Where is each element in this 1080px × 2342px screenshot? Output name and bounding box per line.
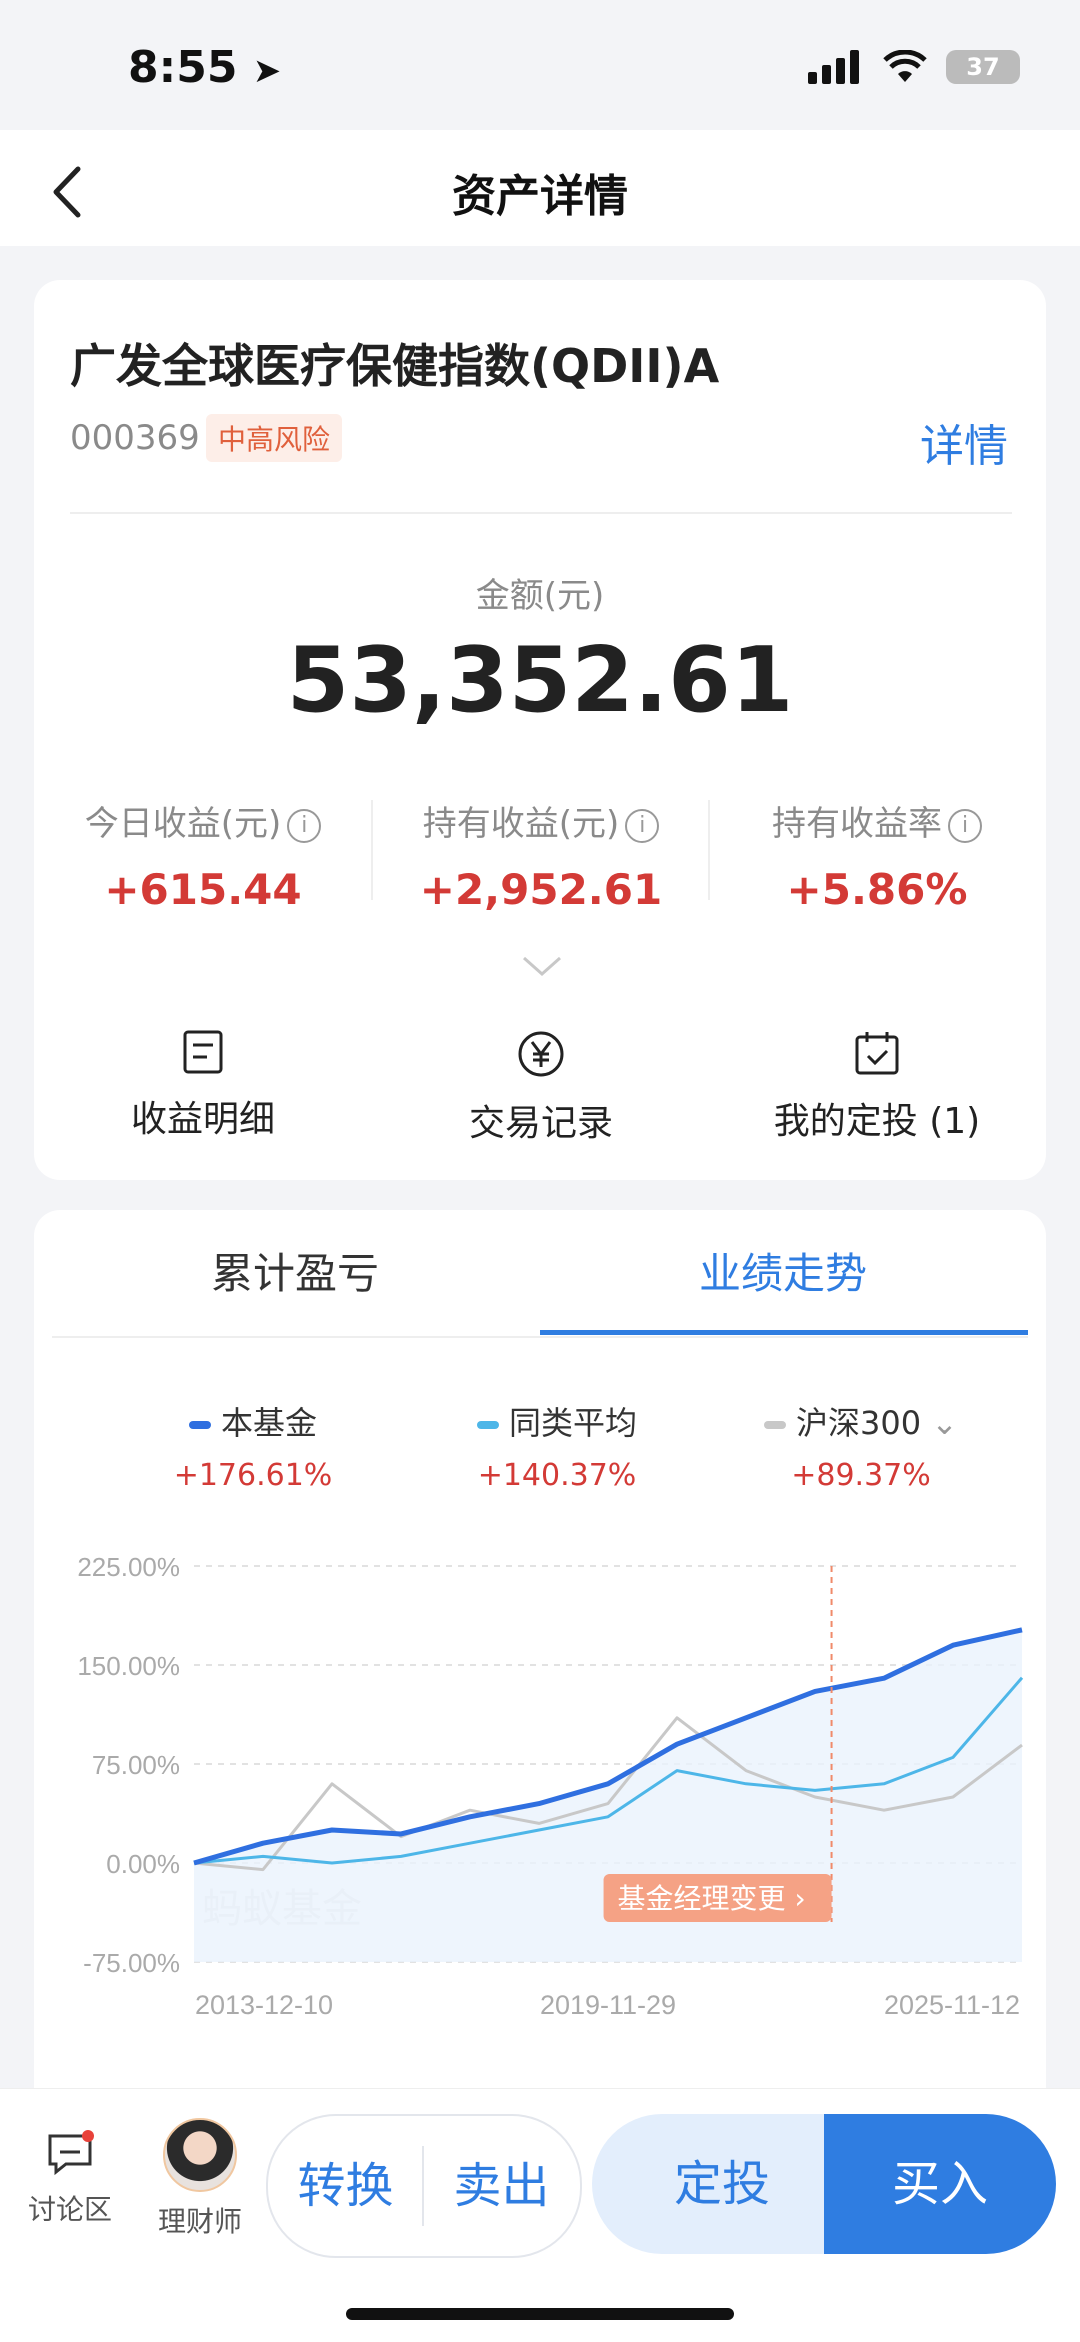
location-arrow-icon: ➤: [253, 51, 282, 91]
risk-badge: 中高风险: [206, 414, 342, 462]
stat-label: 今日收益(元): [85, 804, 282, 844]
action-transaction-records[interactable]: 交易记录: [372, 1030, 710, 1146]
stat-value: +615.44: [34, 865, 372, 914]
status-time: 8:55 ➤: [128, 42, 281, 93]
info-icon[interactable]: i: [948, 809, 982, 843]
divider: [70, 512, 1012, 514]
buy-button[interactable]: 买入: [824, 2114, 1056, 2254]
chevron-down-icon: ⌄: [931, 1404, 958, 1442]
info-icon[interactable]: i: [287, 809, 321, 843]
tab-performance-trend[interactable]: 业绩走势: [540, 1240, 1026, 1301]
sell-button[interactable]: 卖出: [424, 2116, 579, 2256]
y-tick-label: 225.00%: [77, 1552, 180, 1582]
legend-label: 沪深300: [796, 1404, 921, 1442]
wifi-icon: [882, 50, 928, 84]
legend-benchmark[interactable]: 沪深300 ⌄ +89.37%: [696, 1398, 1026, 1493]
stat-label: 持有收益(元): [423, 804, 620, 844]
chat-bubble-icon: [46, 2130, 94, 2178]
y-tick-label: 150.00%: [77, 1651, 180, 1681]
legend-label: 本基金: [221, 1404, 317, 1442]
amount-value: 53,352.61: [0, 628, 1080, 733]
stat-holding-rate: 持有收益率i +5.86%: [708, 796, 1046, 914]
legend-value: +176.61%: [88, 1458, 418, 1493]
calendar-check-icon: [854, 1030, 900, 1076]
legend-fund: 本基金 +176.61%: [88, 1398, 418, 1493]
yen-circle-icon: [517, 1030, 565, 1078]
document-icon: [183, 1030, 223, 1074]
status-icons: 37: [808, 50, 1020, 84]
performance-chart[interactable]: 225.00%150.00%75.00%0.00%-75.00%蚂蚁基金基金经理…: [34, 1530, 1046, 2020]
home-indicator: [346, 2308, 734, 2320]
discussion-button[interactable]: 讨论区: [20, 2130, 120, 2228]
x-tick-label: 2019-11-29: [540, 1990, 676, 2020]
advisor-label: 理财师: [150, 2200, 250, 2240]
avatar: [163, 2118, 237, 2192]
stat-holding-earnings: 持有收益(元)i +2,952.61: [372, 796, 710, 914]
info-icon[interactable]: i: [625, 809, 659, 843]
action-label: 我的定投 (1): [708, 1092, 1046, 1144]
stat-value: +5.86%: [708, 865, 1046, 914]
y-tick-label: 75.00%: [92, 1750, 180, 1780]
action-earnings-detail[interactable]: 收益明细: [34, 1030, 372, 1142]
legend-category-avg: 同类平均 +140.37%: [392, 1398, 722, 1493]
page-title: 资产详情: [0, 160, 1080, 224]
legend-value: +89.37%: [696, 1458, 1026, 1493]
legend-swatch: [764, 1421, 786, 1429]
convert-button[interactable]: 转换: [268, 2116, 423, 2256]
tab-active-indicator: [540, 1330, 1028, 1335]
action-label: 收益明细: [34, 1090, 372, 1142]
amount-label: 金额(元): [0, 568, 1080, 617]
fixed-investment-button[interactable]: 定投: [592, 2114, 852, 2254]
action-label: 交易记录: [372, 1094, 710, 1146]
action-my-fixed-investment[interactable]: 我的定投 (1): [708, 1030, 1046, 1144]
stat-label: 持有收益率: [772, 804, 942, 844]
x-tick-label: 2013-12-10: [195, 1990, 333, 2020]
discussion-label: 讨论区: [20, 2188, 120, 2228]
tab-divider: [52, 1336, 1028, 1338]
annotation-label: 基金经理变更 ›: [618, 1882, 806, 1915]
convert-sell-group: 转换 卖出: [266, 2114, 582, 2258]
battery-indicator: 37: [946, 50, 1020, 84]
tab-cumulative-pnl[interactable]: 累计盈亏: [52, 1240, 538, 1301]
cellular-signal-icon: [808, 50, 864, 84]
stat-value: +2,952.61: [372, 865, 710, 914]
y-tick-label: -75.00%: [83, 1948, 180, 1978]
legend-swatch: [477, 1421, 499, 1429]
legend-value: +140.37%: [392, 1458, 722, 1493]
legend-swatch: [189, 1421, 211, 1429]
fund-code: 000369: [70, 418, 200, 458]
fund-detail-link[interactable]: 详情: [920, 410, 1008, 474]
y-tick-label: 0.00%: [106, 1849, 180, 1879]
stat-today-earnings: 今日收益(元)i +615.44: [34, 796, 372, 914]
legend-label: 同类平均: [509, 1404, 637, 1442]
x-tick-label: 2025-11-12: [884, 1990, 1020, 2020]
fund-name: 广发全球医疗保健指数(QDII)A: [70, 330, 719, 396]
chevron-down-icon[interactable]: [522, 956, 562, 978]
advisor-button[interactable]: 理财师: [150, 2118, 250, 2240]
